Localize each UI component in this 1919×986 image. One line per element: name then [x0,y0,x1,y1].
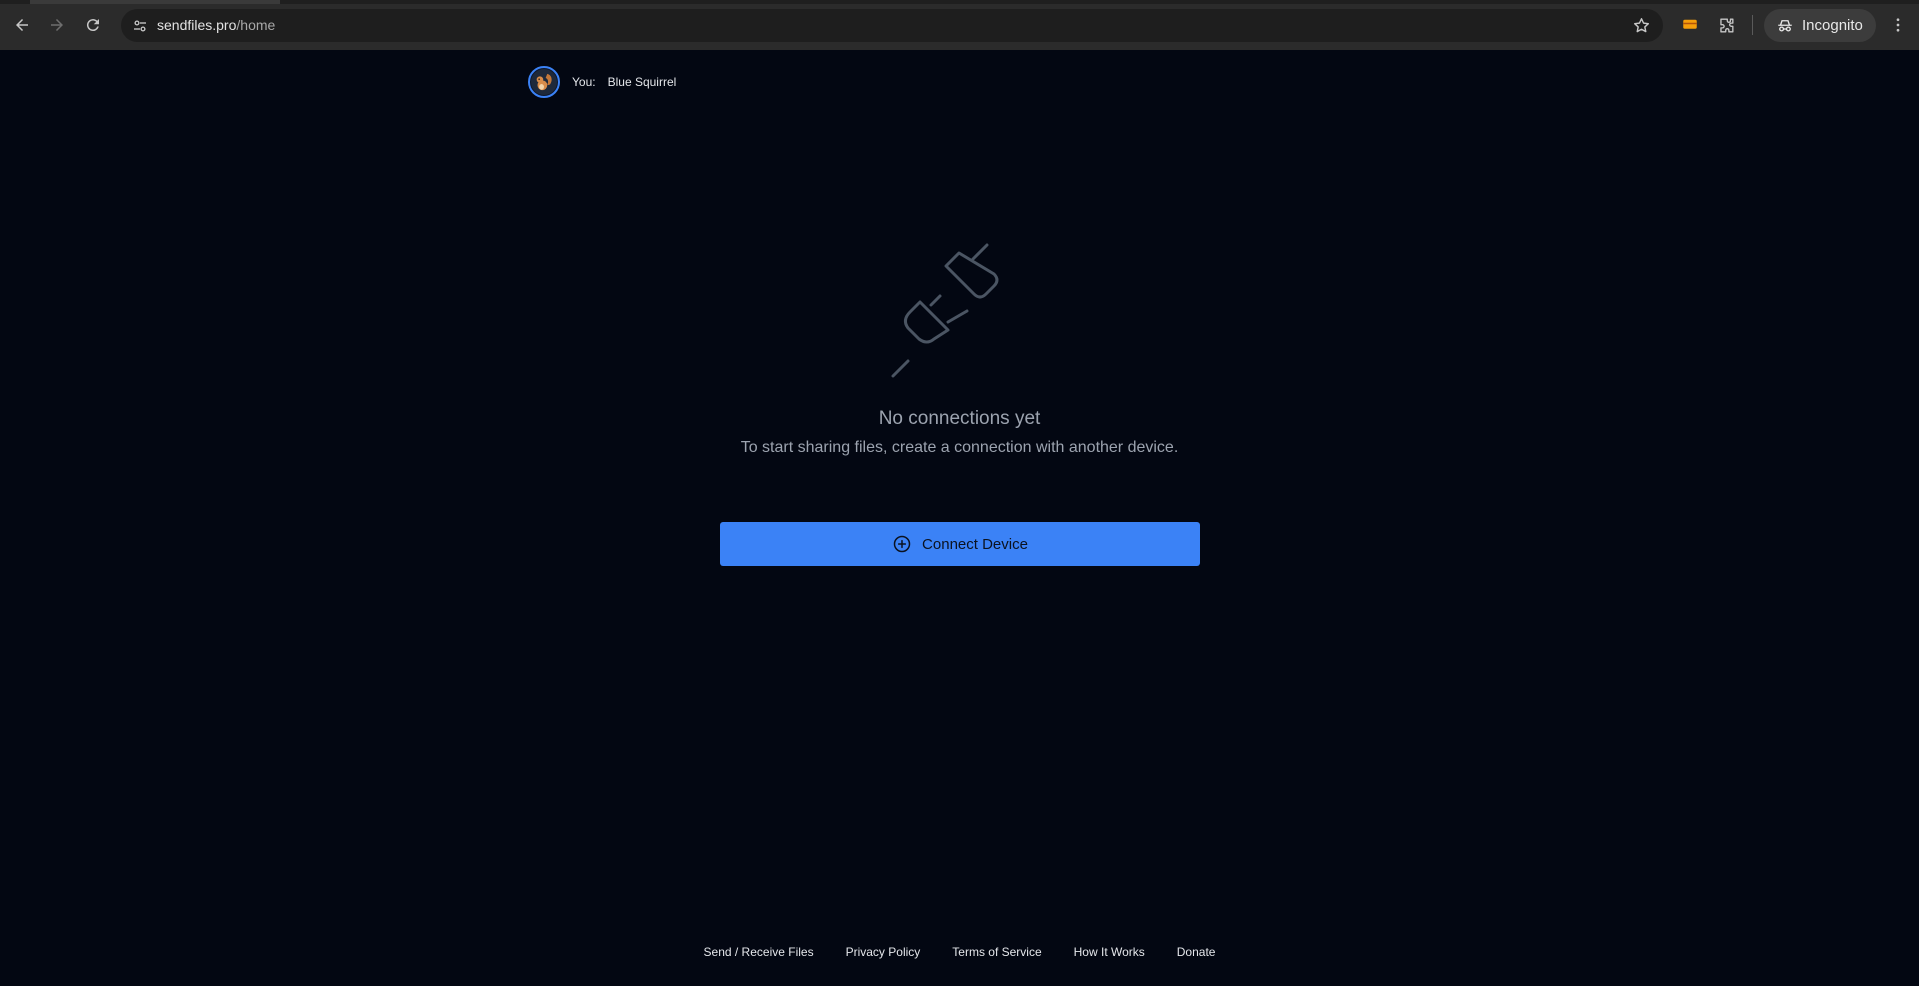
connect-device-button[interactable]: Connect Device [720,522,1200,566]
kebab-menu-icon [1896,18,1900,32]
incognito-icon [1778,19,1792,32]
tab-strip [0,0,1919,4]
forward-button[interactable] [44,12,70,38]
footer-link-terms[interactable]: Terms of Service [952,945,1041,959]
star-icon[interactable] [1632,16,1651,35]
current-device-info: You: Blue Squirrel [528,66,676,98]
device-name: Blue Squirrel [607,75,677,89]
footer-link-send-receive[interactable]: Send / Receive Files [704,945,814,959]
address-bar[interactable]: sendfiles.pro/home [121,9,1663,42]
orange-extension-icon [1683,19,1697,29]
footer-links: Send / Receive Files Privacy Policy Term… [0,945,1919,959]
footer-link-donate[interactable]: Donate [1177,945,1216,959]
extension-button[interactable] [1678,13,1702,37]
puzzle-icon [1719,17,1734,33]
toolbar-divider [1752,15,1753,35]
footer-link-how-it-works[interactable]: How It Works [1074,945,1145,959]
avatar[interactable] [528,66,560,98]
plus-circle-icon [893,535,911,553]
browser-toolbar: sendfiles.pro/home Incognito [0,0,1919,50]
footer-link-privacy[interactable]: Privacy Policy [846,945,921,959]
squirrel-icon [531,69,557,95]
back-button[interactable] [9,12,35,38]
forward-arrow-icon [51,19,63,31]
reload-icon [86,19,99,32]
extensions-button[interactable] [1714,13,1738,37]
connect-device-label: Connect Device [922,535,1028,553]
reload-button[interactable] [80,12,106,38]
url-path: /home [236,17,276,33]
empty-state-subtitle: To start sharing files, create a connect… [740,439,1179,456]
disconnected-plug-icon [891,243,999,378]
you-label: You: [572,75,596,89]
incognito-indicator[interactable]: Incognito [1764,9,1876,42]
url-text[interactable]: sendfiles.pro/home [157,17,275,34]
incognito-label: Incognito [1802,17,1863,34]
empty-state-title: No connections yet [878,408,1041,429]
url-host: sendfiles.pro [157,17,237,33]
tune-icon[interactable] [131,17,149,35]
active-tab-indicator[interactable] [30,0,280,4]
page: You: Blue Squirrel No connections yet To… [0,50,1919,986]
back-arrow-icon [16,19,28,31]
browser-menu-button[interactable] [1886,13,1910,37]
